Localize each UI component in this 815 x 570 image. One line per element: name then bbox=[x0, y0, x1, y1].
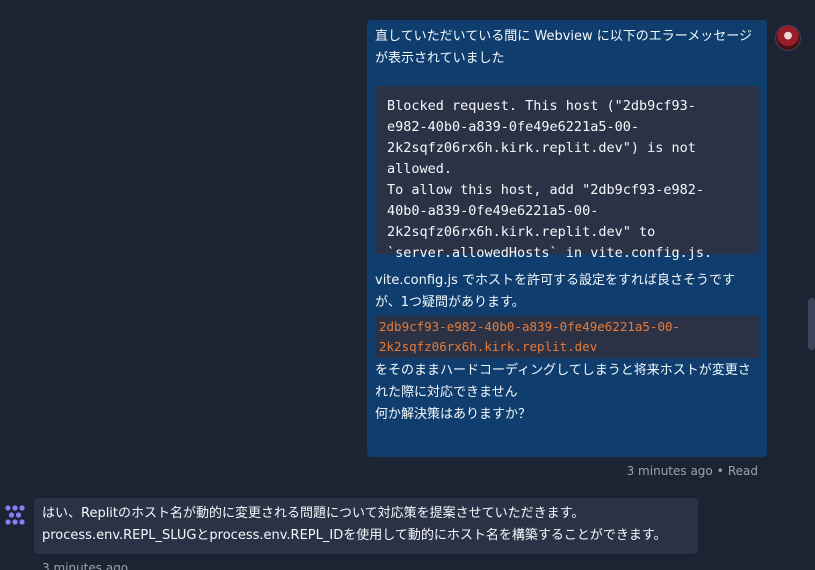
agent-message-timestamp: 3 minutes ago bbox=[42, 561, 129, 570]
user-message-timestamp: 3 minutes ago bbox=[626, 464, 713, 478]
user-message-intro: 直していただいている間に Webview に以下のエラーメッセージが表示されてい… bbox=[375, 29, 752, 66]
read-status: Read bbox=[727, 464, 758, 478]
user-message-ask: 何か解決策はありますか？ bbox=[375, 407, 532, 422]
error-code-block: Blocked request. This host ("2db9cf93- e… bbox=[375, 86, 759, 261]
user-message-meta: 3 minutes ago • Read bbox=[627, 464, 758, 478]
agent-message-line-1: はい、Replitのホスト名が動的に変更される問題について対応策を提案させていた… bbox=[42, 506, 585, 521]
user-message-bubble: 直していただいている間に Webview に以下のエラーメッセージが表示されてい… bbox=[367, 20, 767, 457]
user-message-follow-up: をそのままハードコーディングしてしまうと将来ホストが変更された際に対応できません bbox=[375, 363, 751, 400]
user-message-question: vite.config.js でホストを許可する設定をすれば良さそうですが、1つ… bbox=[375, 273, 735, 310]
user-avatar[interactable] bbox=[775, 25, 801, 51]
scrollbar-thumb[interactable] bbox=[808, 298, 815, 350]
meta-separator: • bbox=[716, 464, 724, 478]
agent-message-bubble: はい、Replitのホスト名が動的に変更される問題について対応策を提案させていた… bbox=[34, 498, 698, 554]
agent-message-line-2: process.env.REPL_SLUGとprocess.env.REPL_I… bbox=[42, 528, 667, 543]
host-inline-code: 2db9cf93-e982-40b0-a839-0fe49e6221a5-00-… bbox=[375, 316, 759, 358]
replit-agent-icon bbox=[5, 505, 25, 525]
chat-view: 直していただいている間に Webview に以下のエラーメッセージが表示されてい… bbox=[0, 0, 815, 570]
